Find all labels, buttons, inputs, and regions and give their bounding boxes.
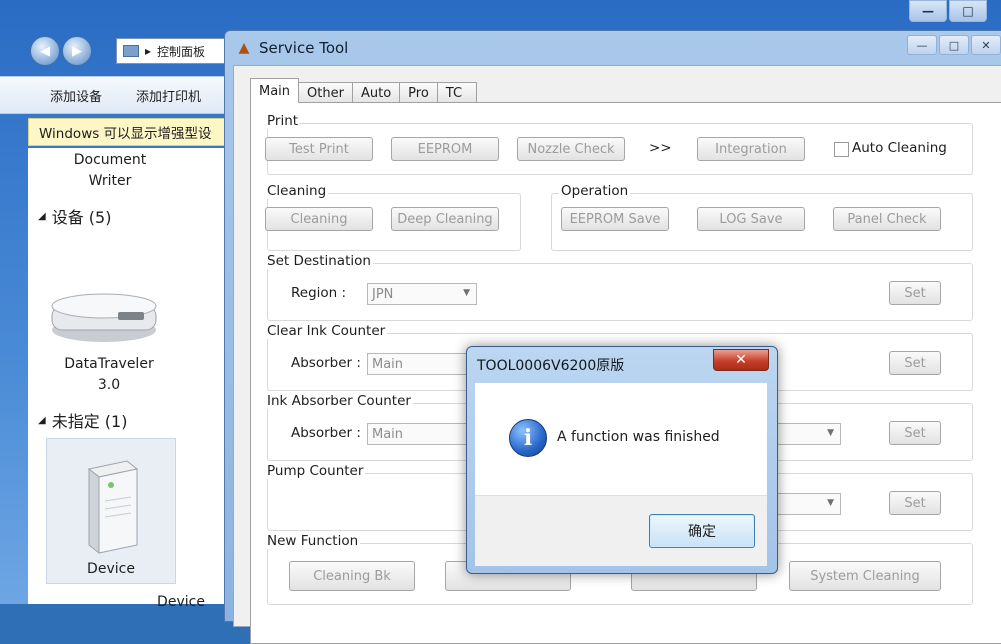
collapse-triangle-icon: ◢ (38, 210, 46, 222)
integration-button[interactable]: Integration (697, 137, 805, 161)
explorer-nav: ◀ ▶ (30, 36, 92, 66)
log-save-button[interactable]: LOG Save (697, 207, 805, 231)
datatraveler-label[interactable]: DataTraveler 3.0 (54, 354, 164, 396)
minimize-icon: — (922, 4, 934, 18)
new-function-title: New Function (265, 533, 361, 549)
clear-ink-absorber-select[interactable]: Main (367, 353, 467, 375)
app-icon: ▲ (238, 40, 250, 56)
ink-absorber-set-button[interactable]: Set (889, 421, 941, 445)
minimize-button[interactable]: — (909, 0, 947, 22)
maximize-icon: □ (962, 4, 974, 18)
back-button[interactable]: ◀ (30, 36, 60, 66)
ink-absorber-select[interactable]: Main (367, 423, 467, 445)
arrows-label: >> (649, 140, 672, 156)
info-bar[interactable]: Windows 可以显示增强型设 (28, 118, 228, 146)
clear-ink-absorber-label: Absorber : (291, 355, 361, 371)
cleaning-bk-button[interactable]: Cleaning Bk (289, 561, 415, 591)
pump-counter-set-button[interactable]: Set (889, 491, 941, 515)
cleaning-group-title: Cleaning (265, 183, 329, 199)
tab-other[interactable]: Other (298, 82, 353, 103)
folder-icon (123, 45, 139, 57)
explorer-toolbar: 添加设备 添加打印机 (0, 76, 230, 114)
add-printer-button[interactable]: 添加打印机 (136, 86, 201, 105)
dialog-close-button[interactable]: ✕ (713, 349, 769, 371)
dialog-body: i A function was finished (475, 383, 767, 495)
info-icon: i (509, 419, 547, 457)
breadcrumb-chevron-icon: ▸ (145, 44, 152, 58)
region-label: Region : (291, 285, 347, 301)
set-destination-set-button[interactable]: Set (889, 281, 941, 305)
panel-check-button[interactable]: Panel Check (833, 207, 941, 231)
auto-cleaning-checkbox[interactable] (834, 142, 849, 157)
document-writer-label[interactable]: Document Writer (60, 150, 160, 192)
tab-tc[interactable]: TC (436, 82, 478, 103)
explorer-window-controls: — □ (909, 0, 987, 22)
breadcrumb: 控制面板 (157, 44, 206, 59)
tab-pro[interactable]: Pro (399, 82, 438, 103)
dialog-footer: 确定 (475, 495, 767, 566)
add-device-button[interactable]: 添加设备 (50, 86, 102, 105)
maximize-button[interactable]: □ (939, 35, 969, 55)
device-label-bottom: Device (157, 594, 205, 610)
pump-counter-title: Pump Counter (265, 463, 366, 479)
unspecified-group-header[interactable]: ◢ 未指定 (1) (38, 408, 127, 432)
chevron-down-icon: ▼ (827, 498, 834, 508)
ink-absorber-counter-title: Ink Absorber Counter (265, 393, 413, 409)
devices-group-header[interactable]: ◢ 设备 (5) (38, 204, 111, 228)
nozzle-check-button[interactable]: Nozzle Check (517, 137, 625, 161)
forward-button[interactable]: ▶ (62, 36, 92, 66)
chevron-down-icon: ▼ (827, 428, 834, 438)
system-cleaning-button[interactable]: System Cleaning (789, 561, 941, 591)
tab-auto[interactable]: Auto (351, 82, 401, 103)
window-title: Service Tool (259, 39, 349, 57)
usb-drive-icon[interactable] (48, 286, 160, 346)
tab-strip: Main Other Auto Pro TC (250, 78, 478, 103)
forward-arrow-icon: ▶ (72, 43, 82, 59)
close-button[interactable]: ✕ (971, 35, 1001, 55)
device-label: Device (87, 561, 135, 577)
dialog-title: TOOL0006V6200原版 (477, 358, 625, 374)
device-tile[interactable]: Device (46, 438, 176, 584)
clear-ink-counter-title: Clear Ink Counter (265, 323, 388, 339)
close-icon: ✕ (735, 352, 747, 368)
minimize-icon: — (916, 38, 928, 52)
operation-group-title: Operation (559, 183, 631, 199)
tab-main[interactable]: Main (250, 78, 300, 103)
set-destination-title: Set Destination (265, 253, 373, 269)
collapse-triangle-icon: ◢ (38, 414, 46, 426)
address-bar[interactable]: ▸ 控制面板 (116, 38, 234, 64)
service-tool-window-controls: — □ ✕ (907, 35, 1001, 55)
cleaning-button[interactable]: Cleaning (265, 207, 373, 231)
clear-ink-set-button[interactable]: Set (889, 351, 941, 375)
dialog-message: A function was finished (557, 429, 720, 445)
maximize-icon: □ (948, 38, 960, 52)
eeprom-button[interactable]: EEPROM (391, 137, 499, 161)
ink-absorber-label: Absorber : (291, 425, 361, 441)
ok-button[interactable]: 确定 (649, 514, 755, 548)
region-select[interactable]: JPN ▼ (367, 283, 477, 305)
maximize-button[interactable]: □ (949, 0, 987, 22)
device-tower-icon (87, 460, 139, 555)
eeprom-save-button[interactable]: EEPROM Save (561, 207, 669, 231)
close-icon: ✕ (981, 38, 991, 52)
test-print-button[interactable]: Test Print (265, 137, 373, 161)
minimize-button[interactable]: — (907, 35, 937, 55)
chevron-down-icon: ▼ (463, 288, 470, 298)
service-tool-titlebar[interactable]: ▲ Service Tool (225, 31, 1001, 65)
back-arrow-icon: ◀ (40, 43, 50, 59)
message-dialog: TOOL0006V6200原版 ✕ i A function was finis… (466, 346, 778, 574)
print-group-title: Print (265, 113, 301, 129)
deep-cleaning-button[interactable]: Deep Cleaning (391, 207, 499, 231)
auto-cleaning-label: Auto Cleaning (852, 140, 947, 156)
